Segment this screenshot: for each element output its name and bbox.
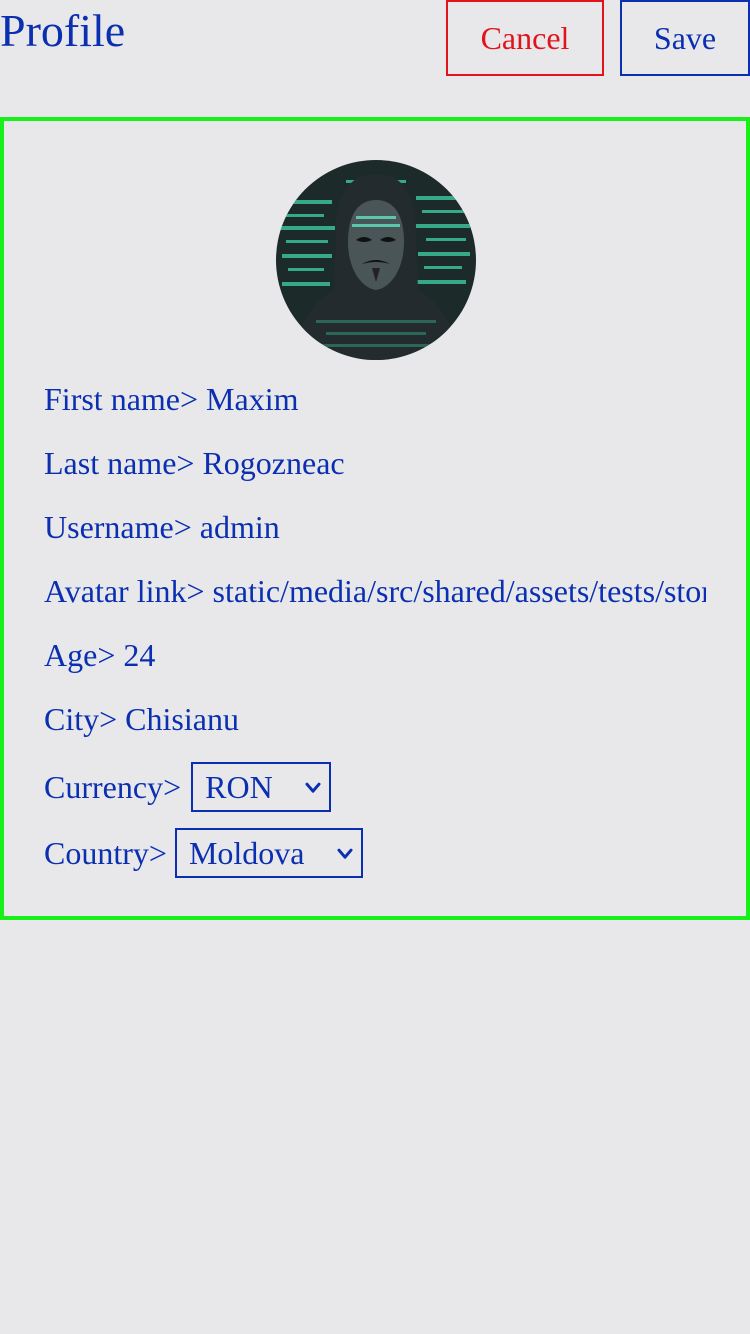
first-name-label: First name> bbox=[44, 381, 199, 417]
last-name-row: Last name> Rogozneac bbox=[44, 443, 345, 483]
country-label: Country> bbox=[44, 835, 167, 871]
avatar-link-label: Avatar link> bbox=[44, 573, 205, 609]
city-label: City> bbox=[44, 701, 118, 737]
currency-select[interactable]: RON bbox=[191, 762, 332, 812]
age-row: Age> 24 bbox=[44, 635, 155, 675]
age-value[interactable]: 24 bbox=[123, 635, 155, 675]
city-value[interactable]: Chisianu bbox=[125, 699, 239, 739]
username-label: Username> bbox=[44, 509, 192, 545]
page-title: Profile bbox=[0, 5, 126, 56]
currency-row: Currency> RON bbox=[44, 762, 332, 812]
country-select[interactable]: Moldova bbox=[174, 828, 363, 878]
username-value[interactable]: admin bbox=[200, 507, 280, 547]
profile-card: First name> Maxim Last name> Rogozneac U… bbox=[0, 117, 750, 920]
country-row: Country> Moldova bbox=[44, 828, 363, 878]
country-selected: Moldova bbox=[188, 835, 305, 871]
chevron-down-icon bbox=[305, 782, 321, 793]
currency-selected: RON bbox=[205, 769, 273, 805]
avatar-link-row: Avatar link> static/media/src/shared/ass… bbox=[44, 571, 706, 611]
username-row: Username> admin bbox=[44, 507, 280, 547]
currency-label: Currency> bbox=[44, 769, 182, 805]
first-name-row: First name> Maxim bbox=[44, 379, 298, 419]
chevron-down-icon bbox=[337, 848, 353, 859]
avatar-image bbox=[276, 160, 476, 360]
age-label: Age> bbox=[44, 637, 116, 673]
city-row: City> Chisianu bbox=[44, 699, 239, 739]
last-name-label: Last name> bbox=[44, 445, 195, 481]
save-button[interactable]: Save bbox=[620, 0, 750, 76]
first-name-value[interactable]: Maxim bbox=[206, 379, 298, 419]
cancel-button[interactable]: Cancel bbox=[446, 0, 604, 76]
avatar bbox=[276, 160, 476, 360]
avatar-link-value[interactable]: static/media/src/shared/assets/tests/sto… bbox=[213, 571, 706, 611]
last-name-value[interactable]: Rogozneac bbox=[202, 443, 344, 483]
